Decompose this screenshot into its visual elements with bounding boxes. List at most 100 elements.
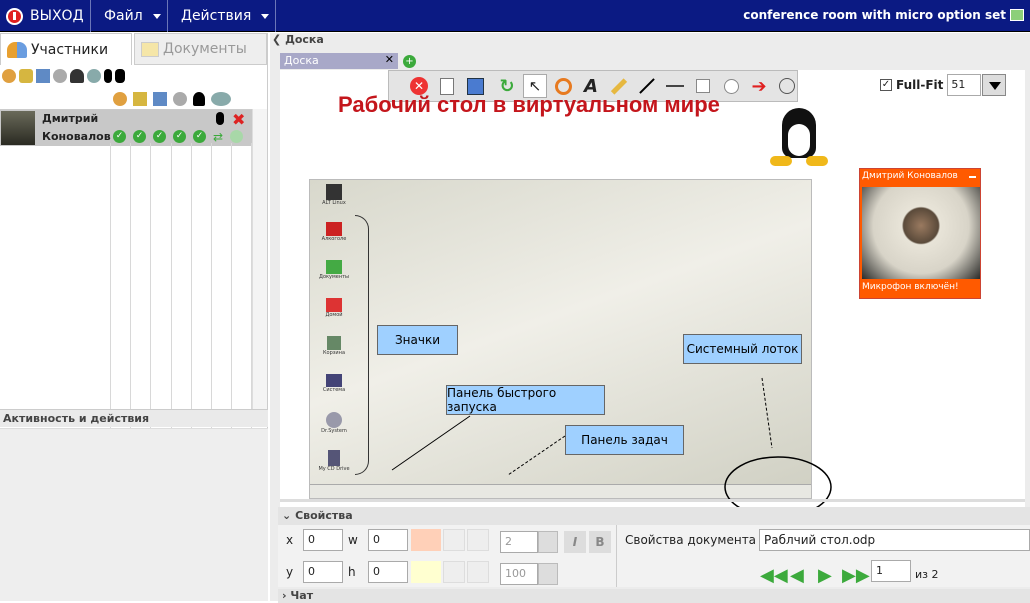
chevron-down-icon: ⌄: [282, 509, 292, 522]
chevron-down-icon: [261, 13, 270, 19]
board-section-title: Доска: [285, 33, 324, 46]
tab-documents[interactable]: Документы: [134, 33, 267, 65]
next-page-icon[interactable]: ▶: [818, 565, 832, 586]
power-icon: [6, 7, 23, 25]
microphone-icon[interactable]: [216, 112, 224, 125]
properties-title: Свойства: [295, 509, 353, 522]
activity-title: Активность и действия: [3, 412, 150, 425]
user-add-icon: [211, 92, 231, 106]
video-pod[interactable]: Дмитрий Коновалов Микрофон включён!: [859, 168, 981, 299]
status-dot-icon: [230, 130, 244, 143]
x-label: x: [286, 533, 294, 547]
board-section-header[interactable]: ❮ Доска: [270, 33, 1030, 49]
y-label: y: [286, 565, 294, 579]
screen-share-icon[interactable]: [36, 69, 50, 83]
board-scrollbar[interactable]: [280, 499, 1025, 502]
left-panel: Участники Документы Дмитрий Коновалов * …: [0, 33, 268, 601]
activity-header: Активность и действия: [0, 409, 268, 427]
check-icon[interactable]: ✓: [173, 130, 186, 143]
mic-give-icon[interactable]: [70, 69, 84, 83]
refresh-icon[interactable]: ⇄: [213, 130, 223, 144]
h-input[interactable]: 0: [368, 561, 408, 583]
exit-label: ВЫХОД: [30, 8, 84, 24]
pencil-icon[interactable]: [443, 529, 465, 551]
microphone-alt-icon[interactable]: [115, 69, 125, 83]
w-input[interactable]: 0: [368, 529, 408, 551]
lock-icon[interactable]: [467, 561, 489, 583]
chevron-down-icon: [152, 13, 161, 19]
page-of-label: из 2: [915, 568, 939, 581]
participant-row[interactable]: Дмитрий Коновалов * ✖ ✓ ✓ ✓ ✓ ✓ ⇄: [0, 110, 252, 146]
grid-header-icons: [113, 92, 263, 108]
participant-first-name: Дмитрий: [42, 112, 99, 125]
close-icon[interactable]: ✕: [385, 53, 394, 66]
h-label: h: [348, 565, 356, 579]
remote-control-icon: [173, 92, 187, 106]
w-label: w: [348, 533, 358, 547]
documents-icon: [141, 41, 159, 57]
check-icon[interactable]: ✓: [193, 130, 206, 143]
chevron-down-icon[interactable]: [538, 531, 558, 553]
lock-icon[interactable]: [467, 529, 489, 551]
annotation-lines: [391, 377, 832, 518]
check-icon[interactable]: ✓: [153, 130, 166, 143]
monitor-icon: [1010, 9, 1024, 21]
page-input[interactable]: 1: [871, 560, 911, 582]
check-icon[interactable]: ✓: [133, 130, 146, 143]
tab-board[interactable]: Доска ✕: [280, 53, 398, 69]
bold-button[interactable]: B: [589, 531, 611, 553]
microphone-icon[interactable]: [104, 69, 112, 83]
add-tab-icon[interactable]: +: [403, 55, 416, 68]
y-input[interactable]: 0: [303, 561, 343, 583]
user-draw-icon: [133, 92, 147, 106]
screen-share-icon: [153, 92, 167, 106]
tab-participants-label: Участники: [31, 41, 109, 58]
users-icon: [7, 41, 27, 58]
room-title: conference room with micro option set: [743, 8, 1006, 22]
file-menu[interactable]: Файл: [92, 0, 168, 32]
exit-button[interactable]: ВЫХОД: [0, 0, 91, 32]
file-menu-label: Файл: [104, 8, 143, 24]
minimize-icon[interactable]: [969, 176, 976, 178]
tab-board-label: Доска: [284, 54, 319, 67]
italic-button[interactable]: I: [564, 531, 586, 553]
fill-color-swatch[interactable]: [411, 561, 441, 583]
doc-name-field[interactable]: Раблчий стол.odp: [759, 529, 1030, 551]
tab-documents-label: Документы: [163, 41, 247, 57]
chat-title: Чат: [290, 589, 314, 602]
whiteboard[interactable]: ✕ ↻ ↖ A ➔ ✓ Full-Fit 51 Рабочий стол в в…: [280, 70, 1025, 535]
check-icon[interactable]: ✓: [113, 130, 126, 143]
fill-icon[interactable]: [443, 561, 465, 583]
user-mod-icon: [113, 92, 127, 106]
tab-participants[interactable]: Участники: [0, 33, 132, 65]
line-width-select[interactable]: 2: [500, 531, 538, 553]
chevron-left-icon: ❮: [272, 33, 282, 46]
actions-menu[interactable]: Действия: [169, 0, 276, 32]
remote-control-icon[interactable]: [53, 69, 67, 83]
video-user-name: Дмитрий Коновалов: [862, 171, 958, 181]
avatar: [1, 111, 35, 145]
prev-page-icon[interactable]: ◀: [790, 565, 804, 586]
close-icon[interactable]: ✖: [232, 110, 245, 129]
participant-tools: [2, 69, 152, 85]
user-add-icon[interactable]: [87, 69, 101, 83]
doc-props-label: Свойства документа: [625, 533, 757, 547]
line-color-swatch[interactable]: [411, 529, 441, 551]
actions-menu-label: Действия: [181, 8, 252, 24]
mic-status: Микрофон включён!: [862, 282, 959, 292]
first-page-icon[interactable]: ◀◀: [760, 565, 788, 586]
top-bar: ВЫХОД Файл Действия conference room with…: [0, 0, 1030, 32]
chevron-right-icon: ›: [282, 589, 287, 602]
chevron-down-icon[interactable]: [538, 563, 558, 585]
x-input[interactable]: 0: [303, 529, 343, 551]
participant-rights: ✓ ✓ ✓ ✓ ✓ ⇄: [113, 130, 244, 144]
properties-header[interactable]: ⌄ Свойства: [278, 507, 1030, 525]
microphone-icon: [193, 92, 205, 106]
user-mod-icon[interactable]: [2, 69, 16, 83]
participants-scrollbar[interactable]: [252, 109, 267, 409]
participant-last-name: Коновалов *: [42, 130, 121, 143]
opacity-select[interactable]: 100: [500, 563, 538, 585]
user-draw-icon[interactable]: [19, 69, 33, 83]
last-page-icon[interactable]: ▶▶: [842, 565, 870, 586]
activity-panel: [0, 428, 268, 601]
